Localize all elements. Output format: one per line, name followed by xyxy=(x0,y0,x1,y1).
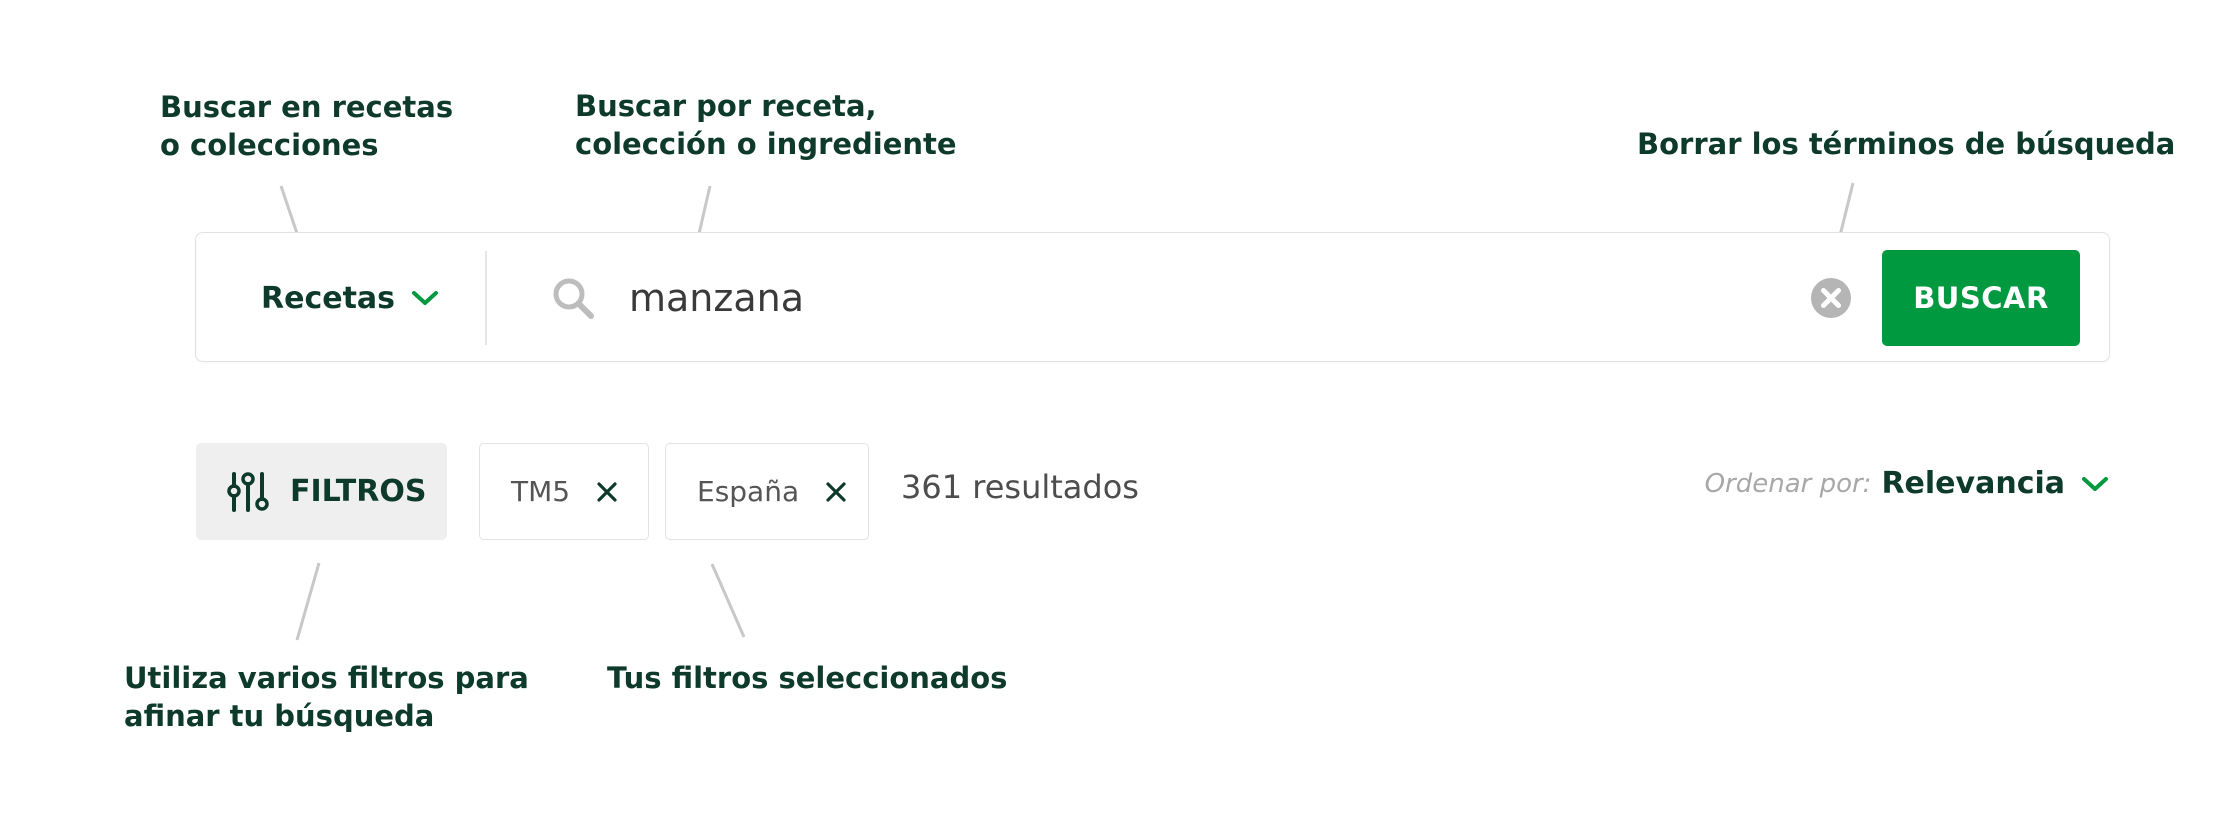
search-page: Buscar en recetas o colecciones Buscar p… xyxy=(0,0,2236,820)
annotation-filters: Utiliza varios filtros para afinar tu bú… xyxy=(124,659,529,735)
filters-button-label: FILTROS xyxy=(290,474,427,509)
leader-filters xyxy=(295,562,321,641)
search-bar: Recetas BUSCAR xyxy=(195,232,2110,363)
clear-search-icon[interactable] xyxy=(1810,277,1852,319)
scope-divider xyxy=(485,251,487,345)
annotation-chips-line-1: Tus filtros seleccionados xyxy=(607,661,1008,695)
close-icon[interactable] xyxy=(825,481,847,503)
annotation-filters-line-1: Utiliza varios filtros para xyxy=(124,661,529,695)
annotation-clear: Borrar los términos de búsqueda xyxy=(1637,125,2175,163)
search-icon xyxy=(553,278,594,319)
chevron-down-icon xyxy=(412,291,439,305)
sort-control: Ordenar por: Relevancia xyxy=(1705,466,2109,501)
sliders-icon xyxy=(227,471,269,512)
annotation-clear-line-1: Borrar los términos de búsqueda xyxy=(1637,127,2176,161)
annotation-filters-line-2: afinar tu búsqueda xyxy=(124,699,435,733)
annotation-query-line-1: Buscar por receta, xyxy=(575,89,877,123)
annotation-scope: Buscar en recetas o colecciones xyxy=(160,88,453,164)
chevron-down-icon[interactable] xyxy=(2081,475,2109,493)
search-scope-dropdown[interactable]: Recetas xyxy=(261,233,439,363)
filters-button[interactable]: FILTROS xyxy=(196,443,447,540)
search-submit-button[interactable]: BUSCAR xyxy=(1882,250,2080,346)
filter-chip-label: España xyxy=(697,475,800,508)
annotation-chips: Tus filtros seleccionados xyxy=(607,659,1007,697)
filter-chip-espana[interactable]: España xyxy=(665,443,869,540)
sort-label: Ordenar por: xyxy=(1704,468,1872,499)
results-count: 361 resultados xyxy=(901,468,1139,506)
filter-chip-label: TM5 xyxy=(511,475,571,508)
leader-chips xyxy=(710,563,746,638)
annotation-scope-line-2: o colecciones xyxy=(160,128,379,162)
filter-chip-tm5[interactable]: TM5 xyxy=(479,443,649,540)
annotation-query: Buscar por receta, colección o ingredien… xyxy=(575,87,957,163)
annotation-scope-line-1: Buscar en recetas xyxy=(160,90,454,124)
annotation-query-line-2: colección o ingrediente xyxy=(575,127,957,161)
search-scope-label: Recetas xyxy=(261,280,396,316)
search-input[interactable] xyxy=(629,233,1929,363)
sort-dropdown[interactable]: Relevancia xyxy=(1881,466,2065,501)
close-icon[interactable] xyxy=(596,481,618,503)
